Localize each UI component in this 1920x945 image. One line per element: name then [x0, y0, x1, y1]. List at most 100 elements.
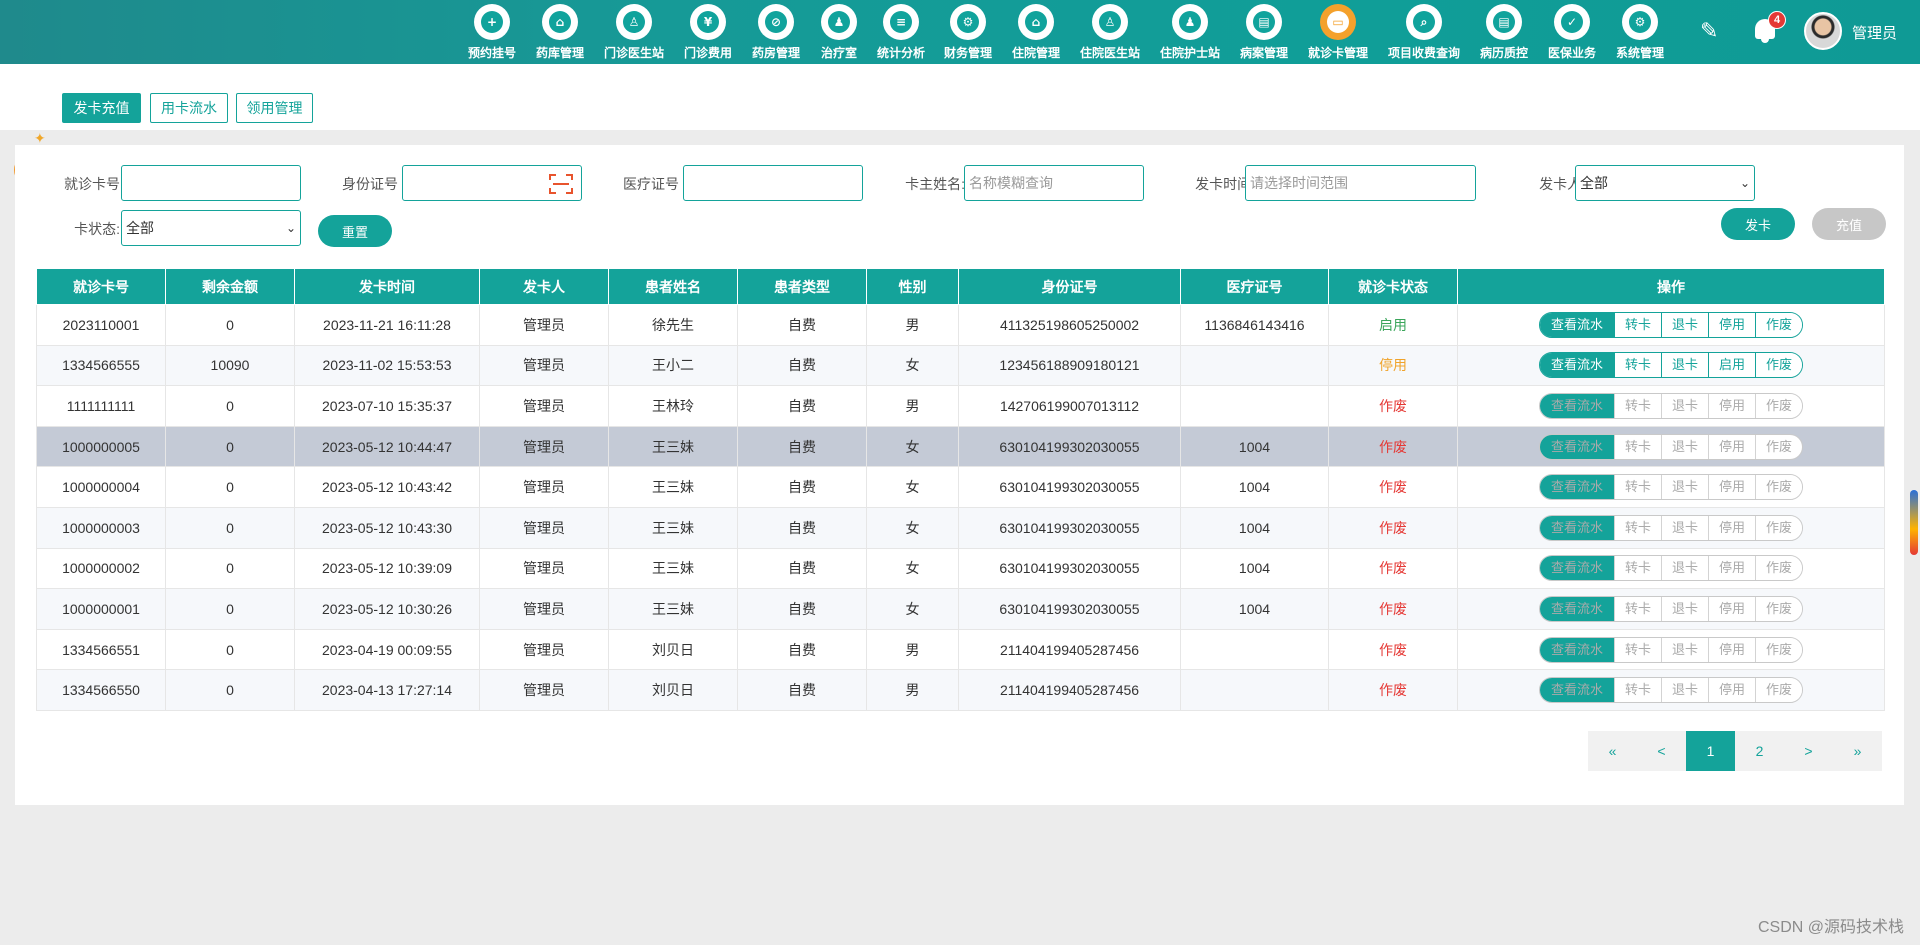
nav-item-9[interactable]: ♙ 住院医生站 [1070, 4, 1150, 61]
table-row[interactable]: 1000000004 0 2023-05-12 10:43:42 管理员 王三妹 自费女 6… [36, 466, 1885, 508]
void-card-button[interactable]: 作废 [1755, 393, 1803, 418]
refund-card-button[interactable]: 退卡 [1660, 596, 1708, 621]
toggle-status-button[interactable]: 停用 [1708, 556, 1756, 581]
void-card-button[interactable]: 作废 [1755, 353, 1803, 378]
tab-card-flow[interactable]: 用卡流水 [150, 93, 228, 123]
issue-card-button[interactable]: 发卡 [1721, 208, 1795, 240]
table-row[interactable]: 1111111111 0 2023-07-10 15:35:37 管理员 王林玲 自费男 1… [36, 385, 1885, 427]
patient-type-cell: 自费 [737, 588, 867, 630]
refund-card-button[interactable]: 退卡 [1660, 353, 1708, 378]
table-row[interactable]: 1000000001 0 2023-05-12 10:30:26 管理员 王三妹 自费女 6… [36, 588, 1885, 630]
transfer-card-button[interactable]: 转卡 [1613, 393, 1661, 418]
first-page-button[interactable]: « [1588, 731, 1637, 771]
transfer-card-button[interactable]: 转卡 [1613, 353, 1661, 378]
reset-button[interactable]: 重置 [318, 215, 392, 247]
transfer-card-button[interactable]: 转卡 [1613, 434, 1661, 459]
issuer-cell: 管理员 [479, 344, 609, 387]
void-card-button[interactable]: 作废 [1755, 475, 1803, 500]
transfer-card-button[interactable]: 转卡 [1613, 596, 1661, 621]
toggle-status-button[interactable]: 停用 [1708, 393, 1756, 418]
nav-item-2[interactable]: ♙ 门诊医生站 [594, 4, 674, 61]
nav-item-1[interactable]: ⌂ 药库管理 [520, 4, 600, 61]
gender-cell: 男 [866, 669, 959, 711]
holder-name-input[interactable]: 名称模糊查询 [964, 165, 1144, 201]
next-page-button[interactable]: > [1784, 731, 1833, 771]
username[interactable]: 管理员 [1852, 22, 1897, 43]
refund-card-button[interactable]: 退卡 [1660, 637, 1708, 662]
prev-page-button[interactable]: < [1637, 731, 1686, 771]
transfer-card-button[interactable]: 转卡 [1613, 475, 1661, 500]
issuer-select[interactable]: 全部 ⌄ [1575, 165, 1755, 201]
table-row[interactable]: 1334566555 10090 2023-11-02 15:53:53 管理员 王小二… [36, 344, 1885, 387]
toggle-status-button[interactable]: 停用 [1708, 312, 1756, 337]
refund-card-button[interactable]: 退卡 [1660, 434, 1708, 459]
view-flow-button[interactable]: 查看流水 [1539, 434, 1614, 459]
void-card-button[interactable]: 作废 [1755, 678, 1803, 703]
page-1-button[interactable]: 1 [1686, 731, 1735, 771]
void-card-button[interactable]: 作废 [1755, 515, 1803, 540]
view-flow-button[interactable]: 查看流水 [1539, 637, 1614, 662]
last-page-button[interactable]: » [1833, 731, 1882, 771]
view-flow-button[interactable]: 查看流水 [1539, 353, 1614, 378]
edit-icon[interactable]: ✎ [1700, 18, 1718, 44]
view-flow-button[interactable]: 查看流水 [1539, 556, 1614, 581]
refund-card-button[interactable]: 退卡 [1660, 393, 1708, 418]
table-row[interactable]: 1000000005 0 2023-05-12 10:44:47 管理员 王三妹 自费女 6… [36, 425, 1885, 468]
view-flow-button[interactable]: 查看流水 [1539, 312, 1614, 337]
table-row[interactable]: 1334566550 0 2023-04-13 17:27:14 管理员 刘贝日 自费男 2… [36, 669, 1885, 711]
scan-icon[interactable] [549, 174, 573, 194]
void-card-button[interactable]: 作废 [1755, 312, 1803, 337]
transfer-card-button[interactable]: 转卡 [1613, 637, 1661, 662]
nav-item-12[interactable]: ▭ 就诊卡管理 [1298, 4, 1378, 61]
void-card-button[interactable]: 作废 [1755, 637, 1803, 662]
view-flow-button[interactable]: 查看流水 [1539, 393, 1614, 418]
table-row[interactable]: 2023110001 0 2023-11-21 16:11:28 管理员 徐先生 自费男 4… [36, 304, 1885, 346]
table-row[interactable]: 1000000003 0 2023-05-12 10:43:30 管理员 王三妹 自费女 6… [36, 506, 1885, 549]
table-row[interactable]: 1000000002 0 2023-05-12 10:39:09 管理员 王三妹 自费女 6… [36, 547, 1885, 590]
issue-time-input[interactable]: 请选择时间范围 [1245, 165, 1476, 201]
void-card-button[interactable]: 作废 [1755, 434, 1803, 459]
view-flow-button[interactable]: 查看流水 [1539, 475, 1614, 500]
id-no-input[interactable] [402, 165, 582, 201]
card-status-select[interactable]: 全部 ⌄ [121, 210, 301, 246]
nav-label: 药房管理 [751, 46, 800, 60]
status-cell: 作废 [1328, 506, 1458, 549]
watermark: CSDN @源码技术栈 [1757, 919, 1904, 936]
nav-item-8[interactable]: ⌂ 住院管理 [996, 4, 1076, 61]
toggle-status-button[interactable]: 停用 [1708, 515, 1756, 540]
toggle-status-button[interactable]: 停用 [1708, 475, 1756, 500]
toggle-status-button[interactable]: 启用 [1708, 353, 1756, 378]
recharge-button[interactable]: 充值 [1812, 208, 1886, 240]
transfer-card-button[interactable]: 转卡 [1613, 515, 1661, 540]
view-flow-button[interactable]: 查看流水 [1539, 596, 1614, 621]
void-card-button[interactable]: 作废 [1755, 596, 1803, 621]
refund-card-button[interactable]: 退卡 [1660, 678, 1708, 703]
nav-item-11[interactable]: ▤ 病案管理 [1224, 4, 1304, 61]
refund-card-button[interactable]: 退卡 [1660, 515, 1708, 540]
toggle-status-button[interactable]: 停用 [1708, 678, 1756, 703]
refund-card-button[interactable]: 退卡 [1660, 556, 1708, 581]
view-flow-button[interactable]: 查看流水 [1539, 515, 1614, 540]
refund-card-button[interactable]: 退卡 [1660, 475, 1708, 500]
table-row[interactable]: 1334566551 0 2023-04-19 00:09:55 管理员 刘贝日 自费男 2… [36, 628, 1885, 671]
med-no-input[interactable] [683, 165, 863, 201]
view-flow-button[interactable]: 查看流水 [1539, 678, 1614, 703]
avatar[interactable] [1804, 12, 1842, 50]
page-2-button[interactable]: 2 [1735, 731, 1784, 771]
nav-item-16[interactable]: ⚙ 系统管理 [1600, 4, 1680, 61]
scrollbar[interactable] [1910, 490, 1918, 555]
tab-issue-recharge[interactable]: 发卡充值 [62, 93, 141, 123]
tab-collect-manage[interactable]: 领用管理 [236, 93, 313, 123]
refund-card-button[interactable]: 退卡 [1660, 312, 1708, 337]
transfer-card-button[interactable]: 转卡 [1613, 312, 1661, 337]
nav-item-10[interactable]: ♟ 住院护士站 [1150, 4, 1230, 61]
toggle-status-button[interactable]: 停用 [1708, 596, 1756, 621]
card-no-input[interactable] [121, 165, 301, 201]
toggle-status-button[interactable]: 停用 [1708, 434, 1756, 459]
nav-item-13[interactable]: ⌕ 项目收费查询 [1384, 4, 1464, 61]
actions-cell: 查看流水 转卡 退卡 停用 作废 [1457, 385, 1885, 427]
transfer-card-button[interactable]: 转卡 [1613, 556, 1661, 581]
toggle-status-button[interactable]: 停用 [1708, 637, 1756, 662]
transfer-card-button[interactable]: 转卡 [1613, 678, 1661, 703]
void-card-button[interactable]: 作废 [1755, 556, 1803, 581]
